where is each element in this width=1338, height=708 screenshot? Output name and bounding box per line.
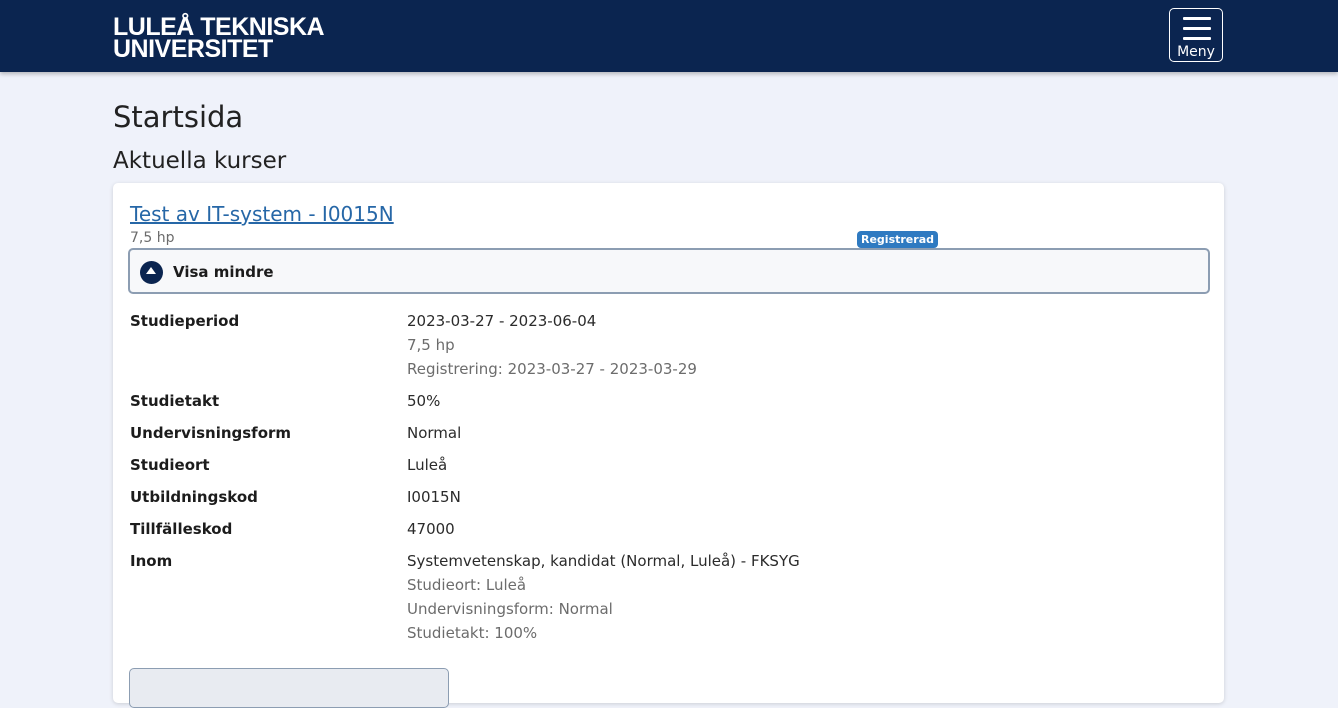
detail-label: Tillfälleskod bbox=[130, 520, 233, 538]
detail-sub: Studieort: Luleå bbox=[407, 576, 527, 594]
detail-label: Studieperiod bbox=[130, 312, 240, 330]
menu-button-label: Meny bbox=[1177, 44, 1215, 60]
detail-value-main: Normal bbox=[407, 424, 462, 442]
detail-value-main: 50% bbox=[407, 392, 441, 410]
detail-label: Inom bbox=[130, 552, 173, 570]
detail-value: Systemvetenskap, kandidat (Normal, Luleå… bbox=[407, 549, 800, 645]
university-logo[interactable]: LULEÅ TEKNISKA UNIVERSITET bbox=[113, 15, 325, 63]
top-navbar: LULEÅ TEKNISKA UNIVERSITET Meny bbox=[0, 0, 1338, 72]
course-title-link[interactable]: Test av IT-system - I0015N bbox=[130, 201, 394, 227]
detail-value: I0015N bbox=[407, 485, 461, 509]
detail-sub: 7,5 hp bbox=[407, 336, 455, 354]
detail-value-main: Luleå bbox=[407, 456, 448, 474]
course-action-button[interactable] bbox=[129, 668, 449, 708]
course-credits: 7,5 hp bbox=[130, 230, 175, 246]
detail-value-main: 2023-03-27 - 2023-06-04 bbox=[407, 312, 597, 330]
hamburger-icon bbox=[1183, 17, 1211, 47]
detail-sub: Studietakt: 100% bbox=[407, 624, 538, 642]
page-title: Startsida bbox=[113, 100, 244, 134]
detail-value: Normal bbox=[407, 421, 461, 445]
course-card: Test av IT-system - I0015N 7,5 hp Regist… bbox=[113, 183, 1224, 708]
status-badge: Registrerad bbox=[857, 231, 938, 248]
detail-label: Undervisningsform bbox=[130, 424, 292, 442]
toggle-label: Visa mindre bbox=[173, 263, 274, 281]
detail-value: 50% bbox=[407, 389, 440, 413]
section-title: Aktuella kurser bbox=[113, 148, 287, 174]
show-less-toggle[interactable]: Visa mindre bbox=[128, 248, 1210, 294]
detail-value-main: I0015N bbox=[407, 488, 461, 506]
detail-sub: Registrering: 2023-03-27 - 2023-03-29 bbox=[407, 360, 697, 378]
detail-value: Luleå bbox=[407, 453, 447, 477]
detail-value: 2023-03-27 - 2023-06-04 7,5 hp Registrer… bbox=[407, 309, 697, 381]
chevron-up-icon bbox=[140, 261, 163, 284]
menu-button[interactable]: Meny bbox=[1169, 8, 1223, 62]
logo-line-2: UNIVERSITET bbox=[113, 35, 273, 63]
detail-value-main: Systemvetenskap, kandidat (Normal, Luleå… bbox=[407, 552, 800, 570]
detail-label: Studietakt bbox=[130, 392, 220, 410]
detail-label: Studieort bbox=[130, 456, 210, 474]
detail-value-main: 47000 bbox=[407, 520, 455, 538]
detail-sub: Undervisningsform: Normal bbox=[407, 600, 613, 618]
detail-value: 47000 bbox=[407, 517, 455, 541]
detail-label: Utbildningskod bbox=[130, 488, 258, 506]
